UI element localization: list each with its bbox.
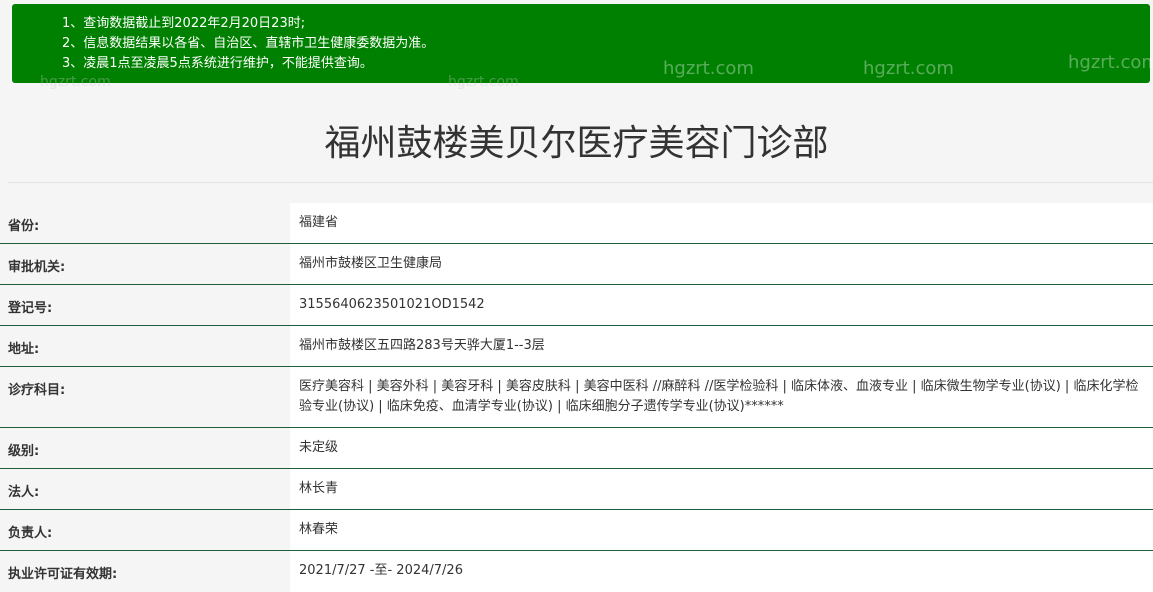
info-row-address: 地址: 福州市鼓楼区五四路283号天骅大厦1--3层 <box>0 326 1153 367</box>
row-label: 诊疗科目: <box>8 383 66 398</box>
info-row-approval-authority: 审批机关: 福州市鼓楼区卫生健康局 <box>0 244 1153 285</box>
notice-line-3: 3、凌晨1点至凌晨5点系统进行维护，不能提供查询。 <box>62 56 373 71</box>
info-row-registration-number: 登记号: 3155640623501021OD1542 <box>0 285 1153 326</box>
row-label: 法人: <box>8 485 40 500</box>
info-row-person-in-charge: 负责人: 林春荣 <box>0 510 1153 551</box>
info-row-license-validity: 执业许可证有效期: 2021/7/27 -至- 2024/7/26 <box>0 551 1153 592</box>
info-row-legal-person: 法人: 林长青 <box>0 469 1153 510</box>
row-label: 执业许可证有效期: <box>8 567 118 582</box>
row-value: 3155640623501021OD1542 <box>290 285 1153 325</box>
info-row-diagnosis-subjects: 诊疗科目: 医疗美容科 | 美容外科 | 美容牙科 | 美容皮肤科 | 美容中医… <box>0 367 1153 428</box>
info-table: 省份: 福建省 审批机关: 福州市鼓楼区卫生健康局 登记号: 315564062… <box>0 203 1153 592</box>
info-row-level: 级别: 未定级 <box>0 428 1153 469</box>
row-value: 福州市鼓楼区卫生健康局 <box>290 244 1153 284</box>
row-value: 未定级 <box>290 428 1153 468</box>
row-value: 2021/7/27 -至- 2024/7/26 <box>290 551 1153 592</box>
row-label: 审批机关: <box>8 260 66 275</box>
notice-banner: 1、查询数据截止到2022年2月20日23时; 2、信息数据结果以各省、自治区、… <box>12 4 1150 83</box>
notice-line-2: 2、信息数据结果以各省、自治区、直辖市卫生健康委数据为准。 <box>62 36 435 51</box>
row-label: 登记号: <box>8 301 53 316</box>
row-label: 级别: <box>8 444 40 459</box>
page-title: 福州鼓楼美贝尔医疗美容门诊部 <box>324 123 829 164</box>
info-row-province: 省份: 福建省 <box>0 203 1153 244</box>
title-divider <box>8 182 1153 183</box>
row-value: 林春荣 <box>290 510 1153 550</box>
row-value: 医疗美容科 | 美容外科 | 美容牙科 | 美容皮肤科 | 美容中医科 //麻醉… <box>290 367 1153 427</box>
row-label: 地址: <box>8 342 40 357</box>
row-label: 省份: <box>8 219 40 234</box>
row-value: 福建省 <box>290 203 1153 243</box>
notice-line-1: 1、查询数据截止到2022年2月20日23时; <box>62 16 306 31</box>
row-value: 林长青 <box>290 469 1153 509</box>
row-label: 负责人: <box>8 526 53 541</box>
row-value: 福州市鼓楼区五四路283号天骅大厦1--3层 <box>290 326 1153 366</box>
